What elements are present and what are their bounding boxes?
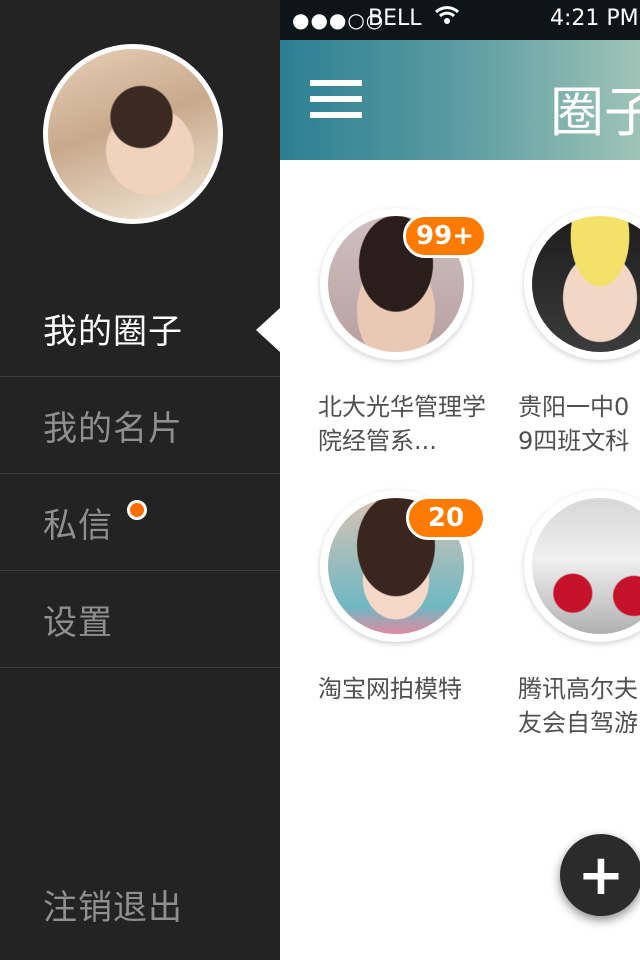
side-drawer: 我的圈子 我的名片 私信 设置 注销退出 (0, 0, 280, 960)
main-panel: ●●●○○ BELL 4:21 PM 圈子 99+ 北大光华管理学院经管系...… (280, 0, 640, 960)
menu-item-label: 私信 (43, 505, 113, 546)
drawer-menu: 我的圈子 我的名片 私信 设置 (0, 280, 280, 668)
circle-name[interactable]: 北大光华管理学院经管系... (318, 390, 488, 458)
circle-card[interactable] (524, 490, 640, 642)
status-time: 4:21 PM (550, 6, 639, 31)
menu-item-label: 我的名片 (43, 408, 183, 449)
unread-dot-icon (127, 500, 147, 520)
header-bar: 圈子 (280, 40, 640, 160)
circle-name[interactable]: 腾讯高尔夫友会自驾游 (518, 672, 640, 740)
logout-button[interactable]: 注销退出 (43, 880, 183, 929)
active-pointer-icon (256, 308, 280, 352)
menu-item-my-circles[interactable]: 我的圈子 (0, 280, 280, 377)
plus-icon: + (577, 842, 625, 908)
status-bar: ●●●○○ BELL 4:21 PM (280, 0, 640, 40)
menu-item-settings[interactable]: 设置 (0, 571, 280, 668)
menu-item-my-card[interactable]: 我的名片 (0, 377, 280, 474)
add-circle-button[interactable]: + (560, 834, 640, 916)
menu-item-label: 我的圈子 (43, 311, 183, 352)
hamburger-icon[interactable] (310, 80, 362, 120)
page-title: 圈子 (550, 81, 640, 144)
menu-item-messages[interactable]: 私信 (0, 474, 280, 571)
circle-name[interactable]: 贵阳一中09四班文科 (518, 390, 640, 458)
wifi-icon (434, 4, 460, 32)
menu-item-label: 设置 (43, 602, 113, 643)
carrier-name: BELL (368, 6, 422, 31)
circle-card[interactable] (524, 208, 640, 360)
unread-count-badge: 20 (406, 496, 486, 540)
user-avatar[interactable] (43, 44, 223, 224)
unread-count-badge: 99+ (403, 214, 487, 258)
circle-name[interactable]: 淘宝网拍模特 (318, 672, 488, 706)
